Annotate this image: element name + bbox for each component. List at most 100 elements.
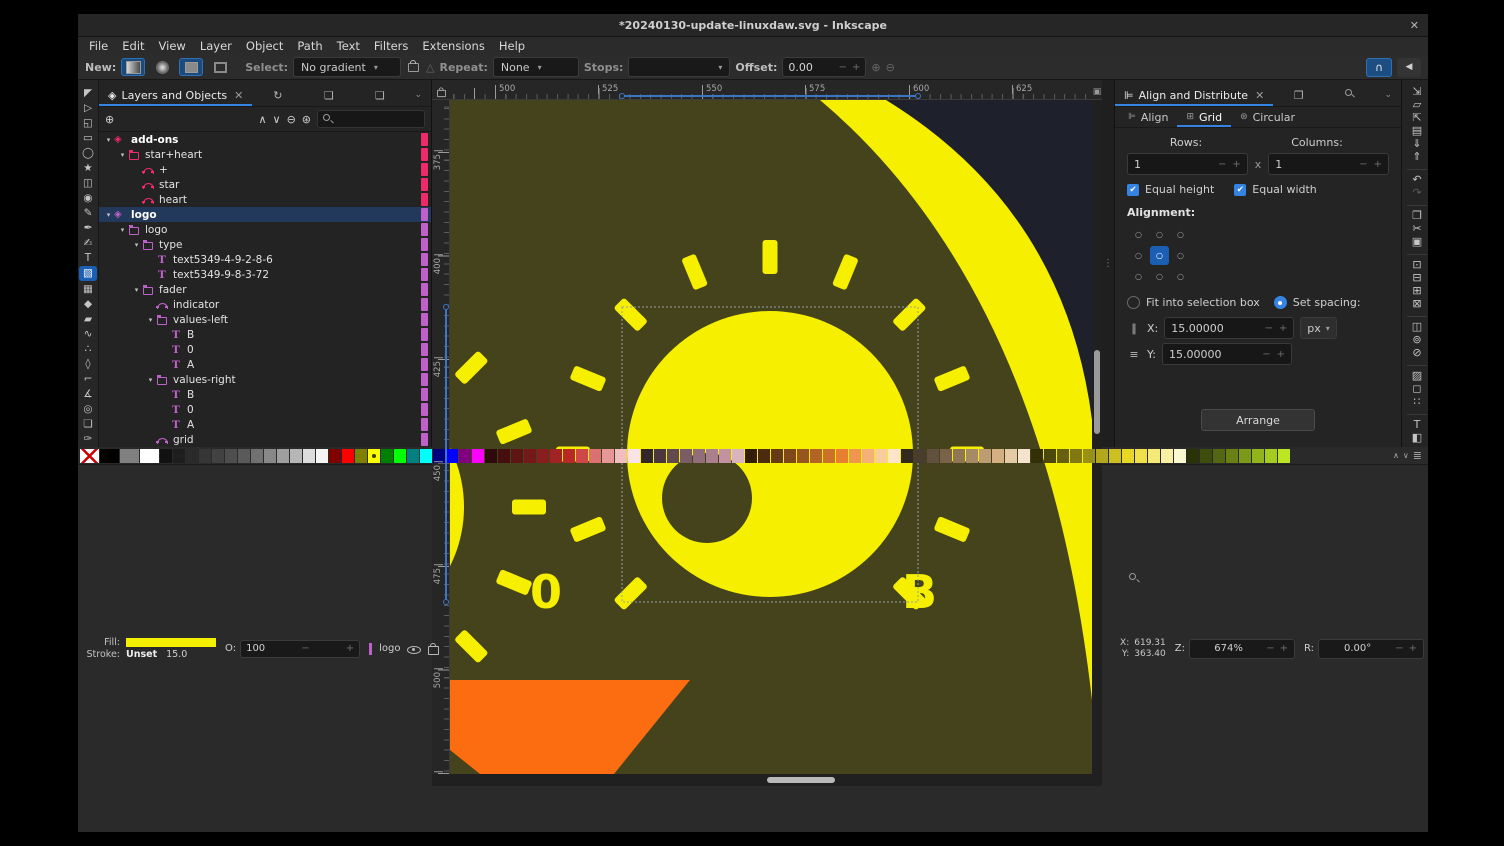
layer-tree-row[interactable]: ▾ logo	[99, 207, 431, 222]
menu-item[interactable]: Extensions	[415, 37, 491, 55]
chevron-down-icon[interactable]: ⌄	[1375, 90, 1401, 100]
layer-visibility-icon[interactable]	[407, 643, 421, 655]
fill-swatch[interactable]	[126, 638, 216, 647]
layer-color-chip[interactable]	[421, 343, 428, 356]
palette-swatch[interactable]	[823, 449, 835, 463]
layer-color-chip[interactable]	[421, 283, 428, 296]
palette-swatch[interactable]	[316, 449, 328, 463]
expand-arrow-icon[interactable]: ▾	[131, 286, 142, 294]
rows-input[interactable]: 1−+	[1127, 153, 1248, 175]
palette-swatch[interactable]	[498, 449, 510, 463]
palette-swatch[interactable]	[120, 449, 139, 463]
menu-item[interactable]: Filters	[367, 37, 415, 55]
palette-swatch[interactable]	[992, 449, 1004, 463]
ruler-corner[interactable]	[432, 84, 450, 100]
anchor-cell[interactable]	[1171, 225, 1190, 244]
layer-color-chip[interactable]	[421, 373, 428, 386]
palette-swatch[interactable]	[173, 449, 185, 463]
palette-swatch[interactable]	[140, 449, 159, 463]
palette-swatch[interactable]	[914, 449, 926, 463]
tool-pencil[interactable]: ✎	[79, 206, 97, 221]
palette-swatch[interactable]	[1200, 449, 1212, 463]
dock-splitter[interactable]: ⋮	[1102, 80, 1114, 447]
palette-swatch[interactable]	[1109, 449, 1121, 463]
tool-connector[interactable]: ⌐	[79, 371, 97, 386]
palette-swatch[interactable]	[693, 449, 705, 463]
zoom-page[interactable]: ⊞	[1407, 284, 1427, 297]
tool-tweak[interactable]: ∿	[79, 326, 97, 341]
palette-swatch[interactable]	[1122, 449, 1134, 463]
close-tab-icon[interactable]: ✕	[1255, 89, 1264, 102]
anchor-cell[interactable]	[1150, 225, 1169, 244]
gradient-select-dropdown[interactable]: No gradient▾	[293, 57, 401, 77]
palette-down-icon[interactable]: ∨	[1403, 451, 1409, 460]
opacity-input[interactable]: 100−+	[240, 640, 360, 658]
anchor-cell[interactable]	[1171, 267, 1190, 286]
columns-input[interactable]: 1−+	[1268, 153, 1389, 175]
palette-up-icon[interactable]: ∧	[1393, 451, 1399, 460]
palette-swatch[interactable]	[251, 449, 263, 463]
layer-color-chip[interactable]	[421, 133, 428, 146]
import[interactable]: ⇲	[1407, 85, 1427, 98]
palette-swatch[interactable]	[667, 449, 679, 463]
palette-swatch[interactable]	[862, 449, 874, 463]
gear-icon[interactable]: ⊛	[302, 113, 311, 126]
export[interactable]: ⇱	[1407, 111, 1427, 124]
tool-gradient[interactable]: ▧	[79, 266, 97, 281]
tool-spray[interactable]: ∴	[79, 341, 97, 356]
palette-swatch[interactable]	[953, 449, 965, 463]
palette-swatch[interactable]	[329, 449, 341, 463]
layer-tree-row[interactable]: ▾ star	[99, 177, 431, 192]
palette-swatch[interactable]	[550, 449, 562, 463]
palette-swatch[interactable]	[940, 449, 952, 463]
palette-swatch[interactable]	[745, 449, 757, 463]
import-image[interactable]: ⇓	[1407, 137, 1427, 150]
menu-item[interactable]: Layer	[193, 37, 239, 55]
palette-swatch[interactable]	[225, 449, 237, 463]
tab-transform-icon[interactable]: ❐	[1273, 89, 1324, 102]
menu-item[interactable]: View	[152, 37, 193, 55]
palette-swatch[interactable]	[1174, 449, 1186, 463]
tab-history-icon[interactable]: ↻	[252, 89, 303, 102]
menu-item[interactable]: Object	[239, 37, 290, 55]
vertical-scrollbar[interactable]	[1092, 100, 1102, 774]
tool-rectangle[interactable]: ▭	[79, 130, 97, 145]
palette-swatch[interactable]	[563, 449, 575, 463]
drawing[interactable]: 0 B	[450, 100, 1092, 774]
text[interactable]: T	[1407, 414, 1427, 431]
layer-tree-row[interactable]: ▾ grid	[99, 432, 431, 447]
subtab-circular[interactable]: ⊛Circular	[1231, 107, 1304, 127]
tool-mesh[interactable]: ▦	[79, 281, 97, 296]
tool-spiral[interactable]: ◉	[79, 191, 97, 206]
paste[interactable]: ▣	[1407, 235, 1427, 248]
palette-swatch[interactable]	[836, 449, 848, 463]
cut[interactable]: ✂	[1407, 222, 1427, 235]
anchor-cell[interactable]	[1129, 225, 1148, 244]
fit-selection-radio[interactable]	[1127, 296, 1140, 309]
tool-lpe[interactable]: ✑	[79, 432, 97, 447]
palette-swatch[interactable]	[797, 449, 809, 463]
unit-dropdown[interactable]: px▾	[1300, 317, 1337, 339]
palette-swatch[interactable]	[641, 449, 653, 463]
arrange-button[interactable]: Arrange	[1201, 409, 1315, 431]
anchor-cell[interactable]	[1150, 267, 1169, 286]
palette-swatch[interactable]	[810, 449, 822, 463]
palette-swatch[interactable]	[290, 449, 302, 463]
layer-tree-row[interactable]: ▾ A	[99, 417, 431, 432]
ruler-lock-icon[interactable]	[437, 90, 446, 97]
palette-swatch[interactable]	[1018, 449, 1030, 463]
menu-item[interactable]: Path	[290, 37, 329, 55]
layer-color-chip[interactable]	[421, 178, 428, 191]
export-image[interactable]: ⇑	[1407, 150, 1427, 163]
palette-swatch[interactable]	[901, 449, 913, 463]
menu-item[interactable]: Help	[492, 37, 532, 55]
stroke-width[interactable]: 15.0	[166, 650, 187, 660]
gradient[interactable]: ◧	[1407, 431, 1427, 444]
x-spacing-input[interactable]: 15.00000−+	[1164, 317, 1294, 339]
tool-zoom[interactable]: ◎	[79, 402, 97, 417]
layer-tree-row[interactable]: ▾ heart	[99, 192, 431, 207]
layer-color-chip[interactable]	[421, 418, 428, 431]
gradient-on-fill-button[interactable]	[179, 58, 203, 76]
tool-paint-bucket[interactable]: ▰	[79, 311, 97, 326]
redo[interactable]: ↷	[1407, 186, 1427, 199]
